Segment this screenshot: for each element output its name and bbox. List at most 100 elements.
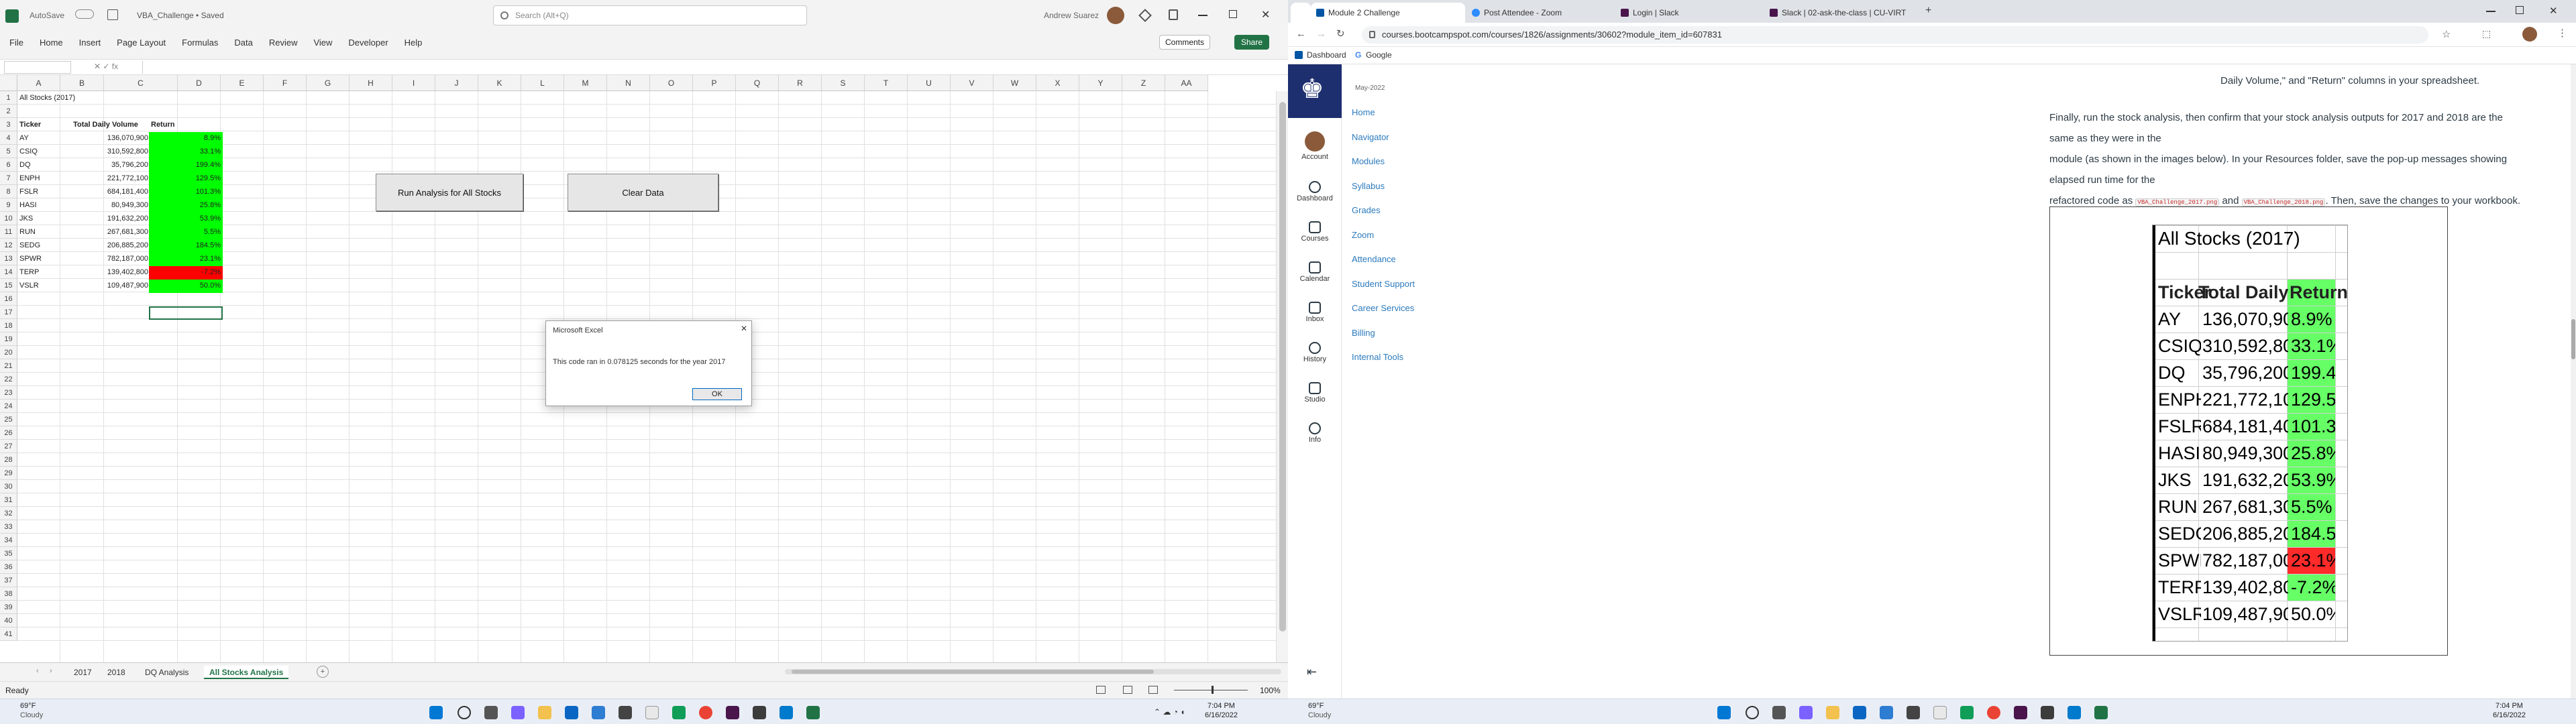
subnav-link[interactable]: Attendance bbox=[1352, 254, 1396, 264]
column-header[interactable]: N bbox=[607, 75, 650, 91]
header-ticker[interactable]: Ticker bbox=[17, 118, 64, 131]
subnav-link[interactable]: Grades bbox=[1352, 205, 1381, 215]
row-header[interactable]: 16 bbox=[0, 292, 17, 306]
row-header[interactable]: 2 bbox=[0, 105, 17, 118]
cell-ticker[interactable]: TERP bbox=[17, 265, 60, 279]
pen-icon[interactable] bbox=[1169, 9, 1178, 20]
cell-ticker[interactable]: SEDG bbox=[17, 239, 60, 252]
cell-ticker[interactable]: CSIQ bbox=[17, 145, 60, 158]
column-header[interactable]: V bbox=[951, 75, 994, 91]
outlook-icon[interactable] bbox=[1880, 706, 1893, 719]
normal-view-icon[interactable] bbox=[1096, 686, 1106, 694]
extensions-icon[interactable]: ⬚ bbox=[2482, 28, 2491, 40]
header-volume[interactable]: Total Daily Volume bbox=[60, 118, 151, 131]
row-header[interactable]: 26 bbox=[0, 426, 17, 440]
horizontal-scroll-thumb[interactable] bbox=[792, 670, 1154, 674]
cell-return[interactable]: 5.5% bbox=[149, 225, 223, 239]
zoom-app-icon[interactable] bbox=[1853, 706, 1866, 719]
close-icon[interactable]: ✕ bbox=[1261, 8, 1270, 21]
row-header[interactable]: 34 bbox=[0, 534, 17, 547]
horizontal-scrollbar[interactable] bbox=[785, 669, 1281, 674]
notepad-icon[interactable] bbox=[645, 706, 659, 719]
search-icon[interactable] bbox=[1746, 706, 1759, 719]
avatar[interactable] bbox=[1107, 7, 1124, 24]
clock-time[interactable]: 7:04 PM bbox=[2496, 702, 2523, 710]
tab-slack-channel[interactable]: Slack | 02-ask-the-class | CU-VIRT bbox=[1764, 3, 1919, 23]
page-scroll-thumb[interactable] bbox=[2571, 319, 2575, 359]
column-header[interactable]: C bbox=[104, 75, 178, 91]
cell-volume[interactable]: 684,181,400 bbox=[60, 185, 150, 198]
column-header[interactable]: T bbox=[865, 75, 908, 91]
diamond-icon[interactable] bbox=[1138, 9, 1152, 22]
row-header[interactable]: 18 bbox=[0, 319, 17, 333]
minimize-icon[interactable] bbox=[2486, 11, 2496, 12]
git-icon[interactable] bbox=[753, 706, 766, 719]
cell-ticker[interactable]: FSLR bbox=[17, 185, 60, 198]
row-header[interactable]: 23 bbox=[0, 386, 17, 400]
zoom-app-icon[interactable] bbox=[565, 706, 578, 719]
back-icon[interactable]: ← bbox=[1296, 28, 1306, 40]
excel-taskbar-icon[interactable] bbox=[806, 706, 820, 719]
clock-date[interactable]: 6/16/2022 bbox=[2493, 711, 2526, 719]
row-header[interactable]: 28 bbox=[0, 453, 17, 467]
nav-calendar[interactable]: Calendar bbox=[1288, 261, 1342, 283]
subnav-link[interactable]: Syllabus bbox=[1352, 181, 1385, 191]
row-header[interactable]: 6 bbox=[0, 158, 17, 172]
row-header[interactable]: 10 bbox=[0, 212, 17, 225]
column-header[interactable]: Q bbox=[736, 75, 779, 91]
subnav-link[interactable]: Internal Tools bbox=[1352, 352, 1403, 362]
row-header[interactable]: 27 bbox=[0, 440, 17, 453]
cell-volume[interactable]: 310,592,800 bbox=[60, 145, 150, 158]
chat-icon[interactable] bbox=[511, 706, 525, 719]
cell-ticker[interactable]: AY bbox=[17, 131, 60, 145]
vscode-icon[interactable] bbox=[780, 706, 793, 719]
tab-module-2-challenge[interactable]: Module 2 Challenge bbox=[1311, 3, 1465, 23]
row-header[interactable]: 33 bbox=[0, 520, 17, 534]
chrome-icon[interactable] bbox=[699, 706, 712, 719]
row-header[interactable]: 25 bbox=[0, 413, 17, 426]
clear-data-button[interactable]: Clear Data bbox=[568, 174, 718, 211]
column-header[interactable]: E bbox=[221, 75, 264, 91]
column-header[interactable]: X bbox=[1036, 75, 1079, 91]
nav-studio[interactable]: Studio bbox=[1288, 382, 1342, 404]
cell-volume[interactable]: 136,070,900 bbox=[60, 131, 150, 145]
tray-icons[interactable]: ⌃ ☁ ◔ ◖ bbox=[1154, 707, 1185, 717]
nav-account[interactable]: Account bbox=[1288, 131, 1342, 161]
formula-input[interactable] bbox=[142, 61, 1276, 74]
cell-volume[interactable]: 109,487,900 bbox=[60, 279, 150, 292]
row-header[interactable]: 11 bbox=[0, 225, 17, 239]
subnav-link[interactable]: Student Support bbox=[1352, 279, 1415, 289]
cell-volume[interactable]: 267,681,300 bbox=[60, 225, 150, 239]
subnav-link[interactable]: Navigator bbox=[1352, 132, 1389, 142]
cell-return[interactable]: 199.4% bbox=[149, 158, 223, 172]
column-header[interactable]: M bbox=[564, 75, 607, 91]
tab-slack-login[interactable]: Login | Slack bbox=[1615, 3, 1763, 23]
save-icon[interactable] bbox=[107, 9, 118, 20]
subnav-link[interactable]: Career Services bbox=[1352, 303, 1414, 313]
row-header[interactable]: 31 bbox=[0, 493, 17, 507]
tab-2018[interactable]: 2018 bbox=[102, 666, 131, 679]
task-view-icon[interactable] bbox=[484, 706, 498, 719]
column-header[interactable]: J bbox=[435, 75, 478, 91]
vscode-icon[interactable] bbox=[2068, 706, 2081, 719]
subnav-link[interactable]: Billing bbox=[1352, 328, 1375, 338]
row-header[interactable]: 14 bbox=[0, 265, 17, 279]
app-icon[interactable] bbox=[1960, 706, 1974, 719]
row-header[interactable]: 35 bbox=[0, 547, 17, 560]
cell-return[interactable]: 23.1% bbox=[149, 252, 223, 265]
row-header[interactable]: 22 bbox=[0, 373, 17, 386]
row-header[interactable]: 21 bbox=[0, 359, 17, 373]
menu-insert[interactable]: Insert bbox=[79, 38, 101, 48]
dialog-ok-button[interactable]: OK bbox=[692, 388, 742, 400]
cell-ticker[interactable]: RUN bbox=[17, 225, 60, 239]
column-header[interactable]: D bbox=[178, 75, 221, 91]
nav-courses[interactable]: Courses bbox=[1288, 221, 1342, 243]
menu-icon[interactable]: ⋮ bbox=[2557, 27, 2567, 39]
row-header[interactable]: 32 bbox=[0, 507, 17, 520]
row-header[interactable]: 1 bbox=[0, 91, 17, 105]
nav-info[interactable]: Info bbox=[1288, 422, 1342, 444]
collapse-nav-icon[interactable]: ⇤ bbox=[1307, 665, 1317, 679]
cell-ticker[interactable]: ENPH bbox=[17, 172, 60, 185]
url-field[interactable]: courses.bootcampspot.com/courses/1826/as… bbox=[1362, 26, 2428, 44]
subnav-link[interactable]: Modules bbox=[1352, 156, 1385, 166]
